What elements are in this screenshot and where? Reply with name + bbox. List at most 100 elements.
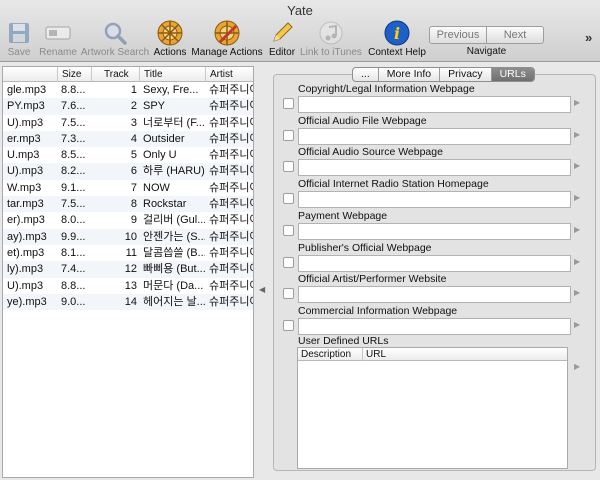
- table-row[interactable]: er.mp3 7.3... 4 Outsider 슈퍼주니어: [3, 130, 253, 148]
- url-field-checkbox[interactable]: [283, 224, 294, 236]
- cell-title: 헤어지는 날...: [143, 295, 205, 308]
- cell-size: 8.1...: [61, 246, 86, 259]
- cell-size: 9.9...: [61, 230, 86, 243]
- cell-filename: U).mp3: [7, 165, 44, 178]
- url-field-arrow-icon[interactable]: ▶: [574, 320, 580, 329]
- table-row[interactable]: W.mp3 9.1... 7 NOW 슈퍼주니어: [3, 180, 253, 196]
- cell-track: 2: [130, 100, 137, 113]
- table-row[interactable]: ly).mp3 7.4... 12 빠삐용 (But... 슈퍼주니어: [3, 261, 253, 278]
- actions-button[interactable]: Actions: [153, 20, 187, 60]
- url-field-input[interactable]: [298, 286, 571, 304]
- column-size[interactable]: Size: [57, 67, 91, 82]
- navigate-label: Navigate: [466, 46, 507, 57]
- cell-filename: et).mp3: [7, 246, 45, 259]
- user-defined-urls-header: Description URL: [298, 348, 567, 361]
- editor-button[interactable]: Editor: [267, 20, 297, 60]
- table-row[interactable]: ye).mp3 9.0... 14 헤어지는 날... 슈퍼주니어: [3, 293, 253, 311]
- cell-artist: 슈퍼주니어: [209, 149, 253, 162]
- url-field-input[interactable]: [298, 317, 571, 335]
- column-url[interactable]: URL: [366, 348, 386, 361]
- user-defined-urls-label: User Defined URLs: [298, 335, 389, 347]
- url-field-arrow-icon[interactable]: ▶: [574, 161, 580, 170]
- table-row[interactable]: U).mp3 8.8... 13 머문다 (Da... 슈퍼주니어: [3, 278, 253, 294]
- cell-artist: 슈퍼주니어: [209, 246, 253, 259]
- column-artist[interactable]: Artist: [205, 67, 253, 82]
- table-row[interactable]: ay).mp3 9.9... 10 안젠가는 (S... 슈퍼주니어: [3, 228, 253, 245]
- cell-artist: 슈퍼주니어: [209, 181, 253, 194]
- tab-more[interactable]: ...: [353, 68, 378, 81]
- next-button[interactable]: Next: [486, 27, 543, 43]
- link-to-itunes-button[interactable]: Link to iTunes: [300, 20, 362, 60]
- column-description[interactable]: Description: [301, 348, 351, 361]
- magnifier-icon: [101, 20, 129, 46]
- url-field-group: Payment Webpage ▶: [283, 210, 583, 240]
- url-field-checkbox[interactable]: [283, 129, 294, 141]
- url-field-arrow-icon[interactable]: ▶: [574, 288, 580, 297]
- url-field-input[interactable]: [298, 222, 571, 240]
- floppy-disk-icon: [5, 20, 33, 46]
- url-field-input[interactable]: [298, 191, 571, 209]
- url-field-arrow-icon[interactable]: ▶: [574, 98, 580, 107]
- artwork-search-button[interactable]: Artwork Search: [81, 20, 149, 60]
- url-field-label: Copyright/Legal Information Webpage: [298, 83, 475, 95]
- save-button[interactable]: Save: [4, 20, 34, 60]
- url-field-checkbox[interactable]: [283, 161, 294, 173]
- cell-title: Sexy, Fre...: [143, 84, 199, 96]
- cell-artist: 슈퍼주니어: [209, 263, 253, 276]
- url-field-group: Copyright/Legal Information Webpage ▶: [283, 83, 583, 113]
- url-field-checkbox[interactable]: [283, 256, 294, 268]
- url-field-input[interactable]: [298, 96, 571, 113]
- url-field-arrow-icon[interactable]: ▶: [574, 193, 580, 202]
- itunes-note-icon: [317, 20, 345, 46]
- file-table-body: gle.mp3 8.8... 1 Sexy, Fre... 슈퍼주니어 PY.mp3 7.6…: [3, 82, 253, 311]
- url-field-checkbox[interactable]: [283, 319, 294, 331]
- table-row[interactable]: tar.mp3 7.5... 8 Rockstar 슈퍼주니어: [3, 196, 253, 213]
- cell-size: 7.6...: [61, 100, 86, 113]
- url-field-checkbox[interactable]: [283, 98, 294, 109]
- cell-size: 7.5...: [61, 198, 86, 211]
- column-track[interactable]: Track: [91, 67, 139, 82]
- table-row[interactable]: gle.mp3 8.8... 1 Sexy, Fre... 슈퍼주니어: [3, 82, 253, 98]
- column-filename[interactable]: [3, 67, 57, 82]
- cell-artist: 슈퍼주니어: [209, 165, 253, 178]
- column-title[interactable]: Title: [139, 67, 205, 82]
- cell-track: 3: [130, 116, 137, 129]
- previous-button[interactable]: Previous: [430, 27, 486, 43]
- url-field-arrow-icon[interactable]: ▶: [574, 225, 580, 234]
- url-field-checkbox[interactable]: [283, 288, 294, 300]
- cell-title: 빠삐용 (But...: [143, 263, 205, 276]
- cell-size: 8.0...: [61, 214, 86, 227]
- url-field-input[interactable]: [298, 127, 571, 145]
- rename-button[interactable]: Rename: [38, 20, 78, 60]
- url-field-input[interactable]: [298, 254, 571, 272]
- tab-privacy[interactable]: Privacy: [439, 68, 490, 81]
- context-help-button[interactable]: i Context Help: [368, 20, 426, 60]
- url-field-input[interactable]: [298, 159, 571, 177]
- cell-artist: 슈퍼주니어: [209, 295, 253, 308]
- split-collapse-icon[interactable]: ◀: [259, 285, 265, 294]
- manage-actions-button[interactable]: Manage Actions: [191, 20, 263, 60]
- cell-artist: 슈퍼주니어: [209, 214, 253, 227]
- url-field-arrow-icon[interactable]: ▶: [574, 130, 580, 139]
- file-table[interactable]: Size Track Title Artist gle.mp3 8.8... 1 Se…: [2, 66, 254, 478]
- cell-track: 10: [124, 230, 137, 243]
- cell-title: 너로부터 (F...: [143, 116, 205, 129]
- cell-track: 8: [130, 198, 137, 211]
- user-defined-urls-arrow-icon[interactable]: ▶: [574, 362, 580, 371]
- cell-track: 14: [124, 295, 137, 308]
- toolbar-overflow-icon[interactable]: »: [585, 30, 592, 45]
- table-row[interactable]: U.mp3 8.5... 5 Only U 슈퍼주니어: [3, 147, 253, 163]
- table-row[interactable]: U).mp3 7.5... 3 너로부터 (F... 슈퍼주니어: [3, 115, 253, 131]
- table-row[interactable]: et).mp3 8.1... 11 달콤씁쓸 (B... 슈퍼주니어: [3, 245, 253, 261]
- cell-filename: ly).mp3: [7, 263, 44, 276]
- tab-urls[interactable]: URLs: [490, 68, 534, 81]
- cell-filename: U).mp3: [7, 116, 44, 129]
- user-defined-urls-table[interactable]: Description URL: [297, 347, 568, 469]
- table-row[interactable]: PY.mp3 7.6... 2 SPY 슈퍼주니어: [3, 98, 253, 115]
- tab-more-info[interactable]: More Info: [377, 68, 439, 81]
- table-row[interactable]: U).mp3 8.2... 6 하루 (HARU) 슈퍼주니어: [3, 163, 253, 180]
- url-field-arrow-icon[interactable]: ▶: [574, 257, 580, 266]
- url-field-group: Official Audio Source Webpage ▶: [283, 146, 583, 177]
- table-row[interactable]: er).mp3 8.0... 9 걸리버 (Gul... 슈퍼주니어: [3, 212, 253, 228]
- url-field-checkbox[interactable]: [283, 193, 294, 205]
